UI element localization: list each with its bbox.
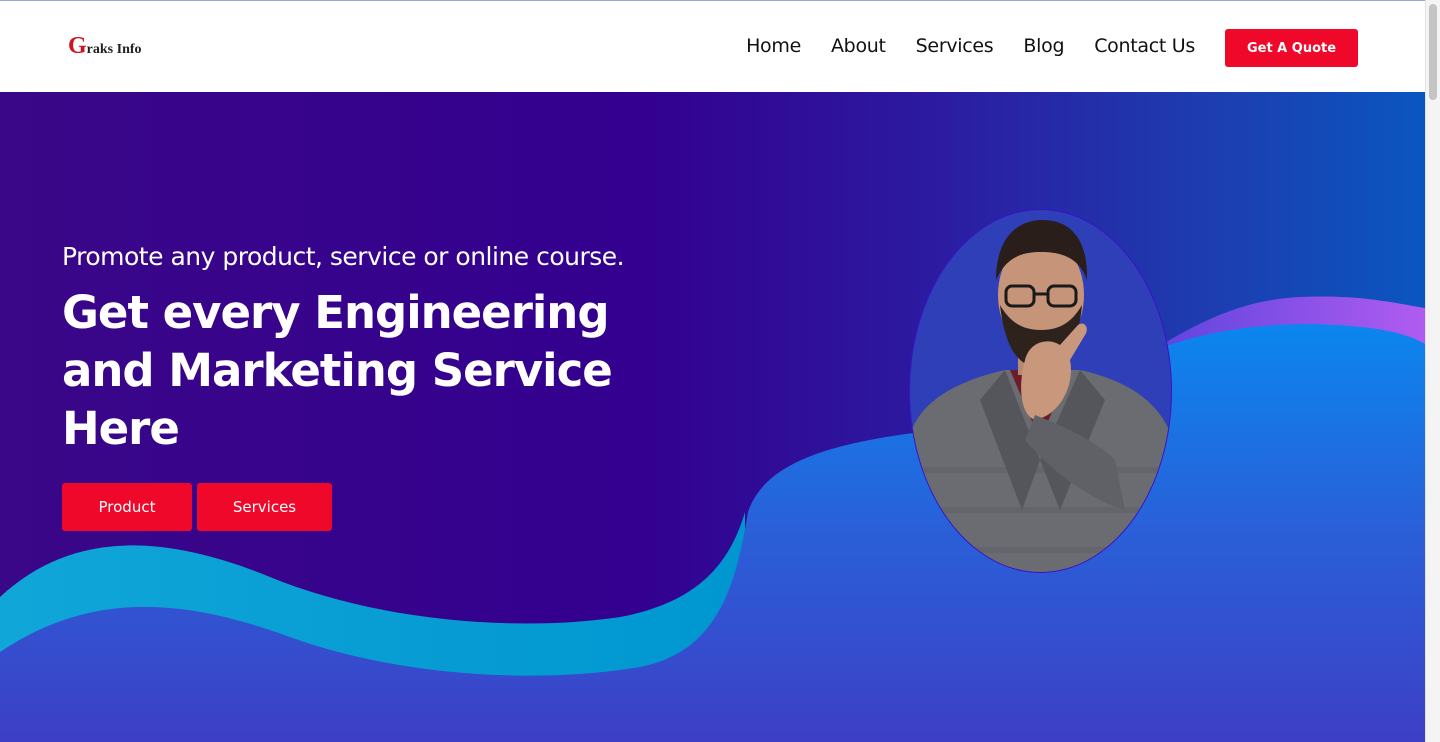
nav-item-about[interactable]: About [831, 35, 886, 57]
nav-item-contact[interactable]: Contact Us [1094, 35, 1195, 57]
hero-button-group: Product Services [62, 483, 332, 531]
scrollbar-thumb[interactable] [1429, 4, 1437, 100]
hero-section: Promote any product, service or online c… [0, 92, 1425, 742]
hero-subtitle: Promote any product, service or online c… [62, 242, 625, 271]
product-button[interactable]: Product [62, 483, 192, 531]
hero-headline: Get every Engineering and Marketing Serv… [62, 286, 613, 455]
nav-item-blog[interactable]: Blog [1023, 35, 1064, 57]
man-with-glasses-photo-icon [910, 220, 1171, 572]
site-logo[interactable]: Graks Info [68, 33, 142, 60]
portrait-image [909, 209, 1172, 573]
site-header: Graks Info Home About Services Blog Cont… [0, 1, 1425, 92]
services-button[interactable]: Services [197, 483, 332, 531]
main-nav: Home About Services Blog Contact Us [746, 35, 1195, 57]
get-quote-button[interactable]: Get A Quote [1225, 29, 1358, 67]
logo-text: raks Info [86, 42, 142, 57]
nav-item-home[interactable]: Home [746, 35, 801, 57]
page-scrollbar[interactable] [1425, 0, 1440, 742]
nav-item-services[interactable]: Services [916, 35, 994, 57]
logo-initial: G [68, 33, 87, 59]
